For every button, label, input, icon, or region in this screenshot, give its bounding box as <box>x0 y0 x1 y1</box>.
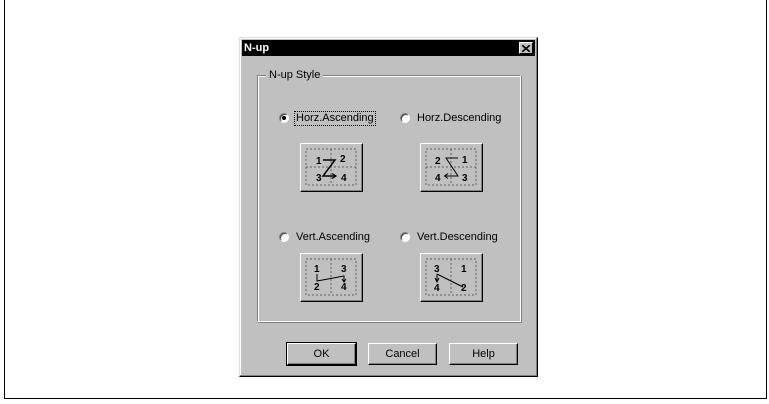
page-number: 4 <box>341 173 347 184</box>
radio-vert-descending[interactable]: Vert.Descending <box>400 230 499 244</box>
cancel-button-label: Cancel <box>385 348 420 360</box>
radio-button-checked[interactable] <box>279 113 289 123</box>
ok-button[interactable]: OK <box>286 342 357 366</box>
radio-label: Vert.Ascending <box>296 230 370 243</box>
page-number: 4 <box>434 283 440 294</box>
radio-button[interactable] <box>400 113 410 123</box>
diagram-horz-descending: 2 1 4 3 <box>420 143 483 192</box>
radio-vert-ascending[interactable]: Vert.Ascending <box>279 230 371 244</box>
close-button[interactable] <box>519 42 533 54</box>
page-number: 2 <box>340 154 346 165</box>
nup-dialog: N-up N-up Style Horz.Ascending 1 2 3 4 H… <box>239 37 538 377</box>
diagram-vert-ascending: 1 3 2 4 <box>300 253 363 302</box>
group-label: N-up Style <box>266 68 324 82</box>
page-number: 3 <box>316 173 322 184</box>
page-number: 3 <box>462 173 468 184</box>
help-button-label: Help <box>472 348 495 360</box>
radio-label: Horz.Ascending <box>294 110 376 126</box>
diagram-horz-ascending: 1 2 3 4 <box>300 143 363 192</box>
nup-style-group: N-up Style Horz.Ascending 1 2 3 4 Horz.D… <box>257 68 521 322</box>
cancel-button[interactable]: Cancel <box>368 343 437 365</box>
close-icon <box>522 44 530 52</box>
page-number: 3 <box>434 264 440 275</box>
diagram-vert-descending: 3 1 4 2 <box>420 253 483 302</box>
page-number: 1 <box>316 156 322 167</box>
page-number: 1 <box>314 264 320 275</box>
radio-horz-descending[interactable]: Horz.Descending <box>400 111 502 125</box>
order-arrow <box>436 273 464 288</box>
page-number: 1 <box>462 155 468 166</box>
page-number: 2 <box>435 156 441 167</box>
ok-button-label: OK <box>313 348 330 360</box>
help-button[interactable]: Help <box>449 343 518 365</box>
radio-label: Horz.Descending <box>417 111 502 124</box>
page-number: 4 <box>341 282 347 293</box>
radio-horz-ascending[interactable]: Horz.Ascending <box>279 110 376 126</box>
radio-button[interactable] <box>400 232 410 242</box>
page-number: 2 <box>461 283 467 294</box>
radio-label: Vert.Descending <box>417 230 498 243</box>
page-number: 4 <box>435 173 441 184</box>
page-number: 2 <box>314 282 320 293</box>
radio-button[interactable] <box>279 232 289 242</box>
page-number: 1 <box>461 264 467 275</box>
page-number: 3 <box>341 264 347 275</box>
dialog-title: N-up <box>244 42 270 54</box>
title-bar[interactable]: N-up <box>242 40 535 56</box>
